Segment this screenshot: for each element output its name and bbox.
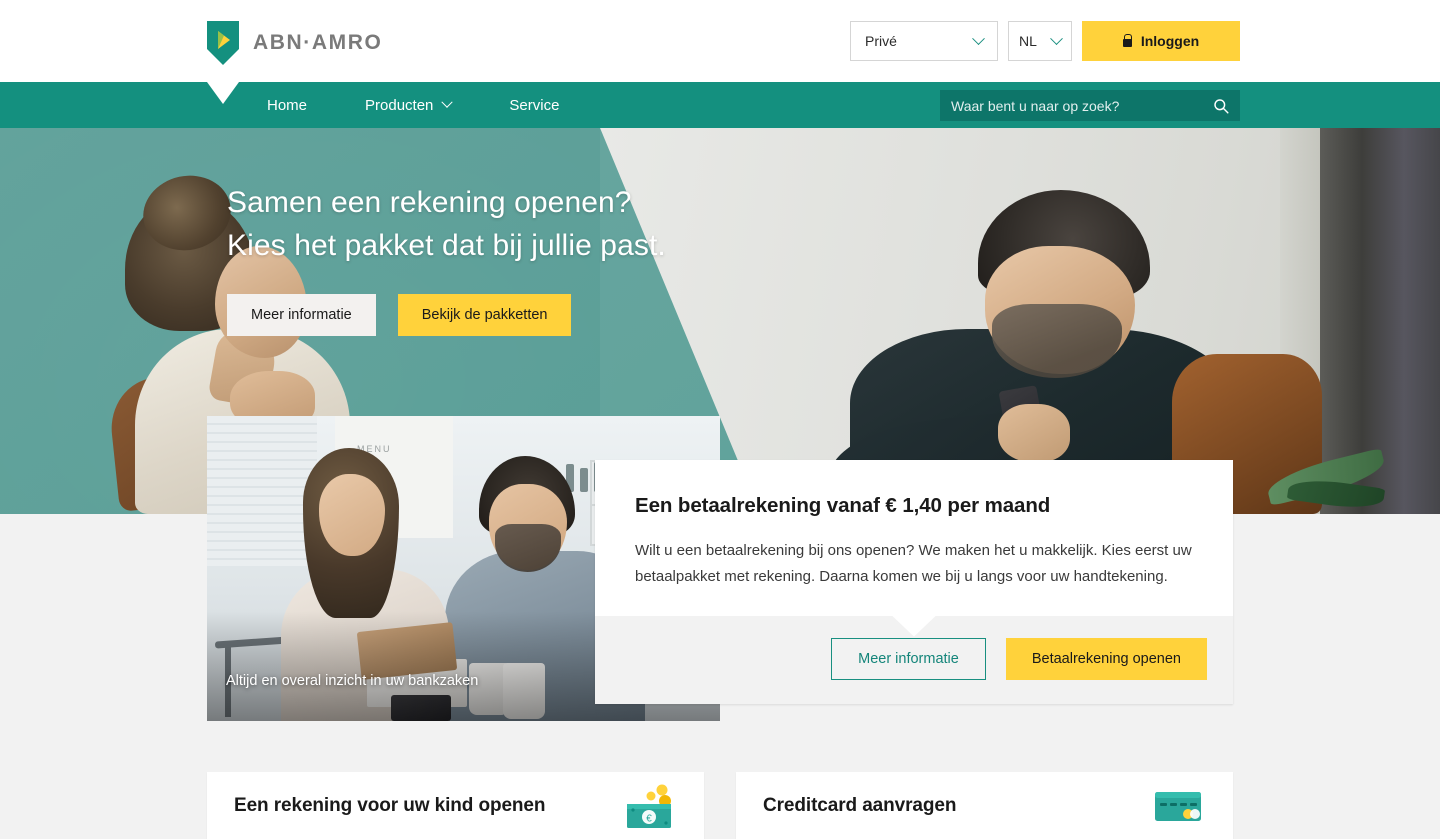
main-navigation: Home Producten Service	[0, 82, 1440, 128]
hero-view-packages-button[interactable]: Bekijk de pakketten	[397, 293, 572, 336]
offer-card-title: Een betaalrekening vanaf € 1,40 per maan…	[635, 494, 1051, 517]
hero-plant	[1260, 446, 1410, 513]
tile-child-account[interactable]: Een rekening voor uw kind openen €	[207, 772, 704, 839]
nav-item-service[interactable]: Service	[509, 97, 559, 114]
tile-creditcard[interactable]: Creditcard aanvragen	[736, 772, 1233, 839]
hero-title: Samen een rekening openen? Kies het pakk…	[227, 182, 666, 268]
chevron-down-icon	[1050, 31, 1063, 45]
nav-item-home[interactable]: Home	[267, 97, 307, 114]
search-icon[interactable]	[1213, 98, 1229, 114]
abn-amro-shield-logo-icon	[207, 21, 239, 65]
brand-logo[interactable]: ABN·AMRO	[207, 21, 382, 65]
hero-buttons: Meer informatie Bekijk de pakketten	[227, 293, 666, 336]
mid-section: MENU Altijd en overal inzicht in uw bank…	[0, 416, 1440, 767]
language-select-value: NL	[1019, 33, 1037, 49]
svg-text:€: €	[646, 813, 652, 824]
segment-select[interactable]: Privé	[850, 21, 998, 61]
search-input[interactable]	[951, 97, 1213, 114]
hero-more-info-button[interactable]: Meer informatie	[227, 293, 376, 336]
tile-title: Een rekening voor uw kind openen	[234, 794, 546, 816]
offer-card-text: Wilt u een betaalrekening bij ons openen…	[635, 542, 1192, 585]
search-box[interactable]	[940, 90, 1240, 121]
offer-more-info-button[interactable]: Meer informatie	[831, 637, 986, 680]
nav-item-producten[interactable]: Producten	[365, 96, 454, 114]
photo-window-blind	[207, 416, 317, 566]
chevron-down-icon	[441, 96, 454, 108]
site-header: ABN·AMRO Privé NL Inloggen	[0, 0, 1440, 82]
quick-link-tiles: Een rekening voor uw kind openen € Credi…	[0, 772, 1440, 839]
login-button[interactable]: Inloggen	[1082, 21, 1240, 61]
nav-item-label: Service	[509, 96, 560, 114]
logo-notch-decoration	[207, 82, 239, 104]
language-select[interactable]: NL	[1008, 21, 1072, 61]
header-controls: Privé NL Inloggen	[850, 21, 1240, 61]
nav-items: Home Producten Service	[267, 97, 559, 114]
nav-item-label: Producten	[365, 96, 434, 114]
login-button-label: Inloggen	[1140, 33, 1200, 49]
offer-card-body: Een betaalrekening vanaf € 1,40 per maan…	[595, 460, 1233, 637]
chevron-down-icon	[972, 31, 985, 45]
brand-name: ABN·AMRO	[253, 31, 383, 54]
hero-title-line-1: Samen een rekening openen?	[227, 186, 632, 219]
credit-card-icon	[1155, 791, 1201, 821]
photo-card-caption: Altijd en overal inzicht in uw bankzaken	[226, 673, 479, 689]
lock-icon	[1122, 33, 1133, 47]
offer-open-account-button[interactable]: Betaalrekening openen	[1005, 637, 1207, 680]
tile-title: Creditcard aanvragen	[763, 794, 957, 816]
nav-item-label: Home	[267, 96, 308, 114]
segment-select-value: Privé	[865, 33, 897, 49]
hero-content: Samen een rekening openen? Kies het pakk…	[227, 182, 666, 336]
offer-card: Een betaalrekening vanaf € 1,40 per maan…	[595, 460, 1233, 704]
money-coins-icon: €	[627, 784, 671, 828]
hero-title-line-2: Kies het pakket dat bij jullie past.	[227, 228, 666, 262]
